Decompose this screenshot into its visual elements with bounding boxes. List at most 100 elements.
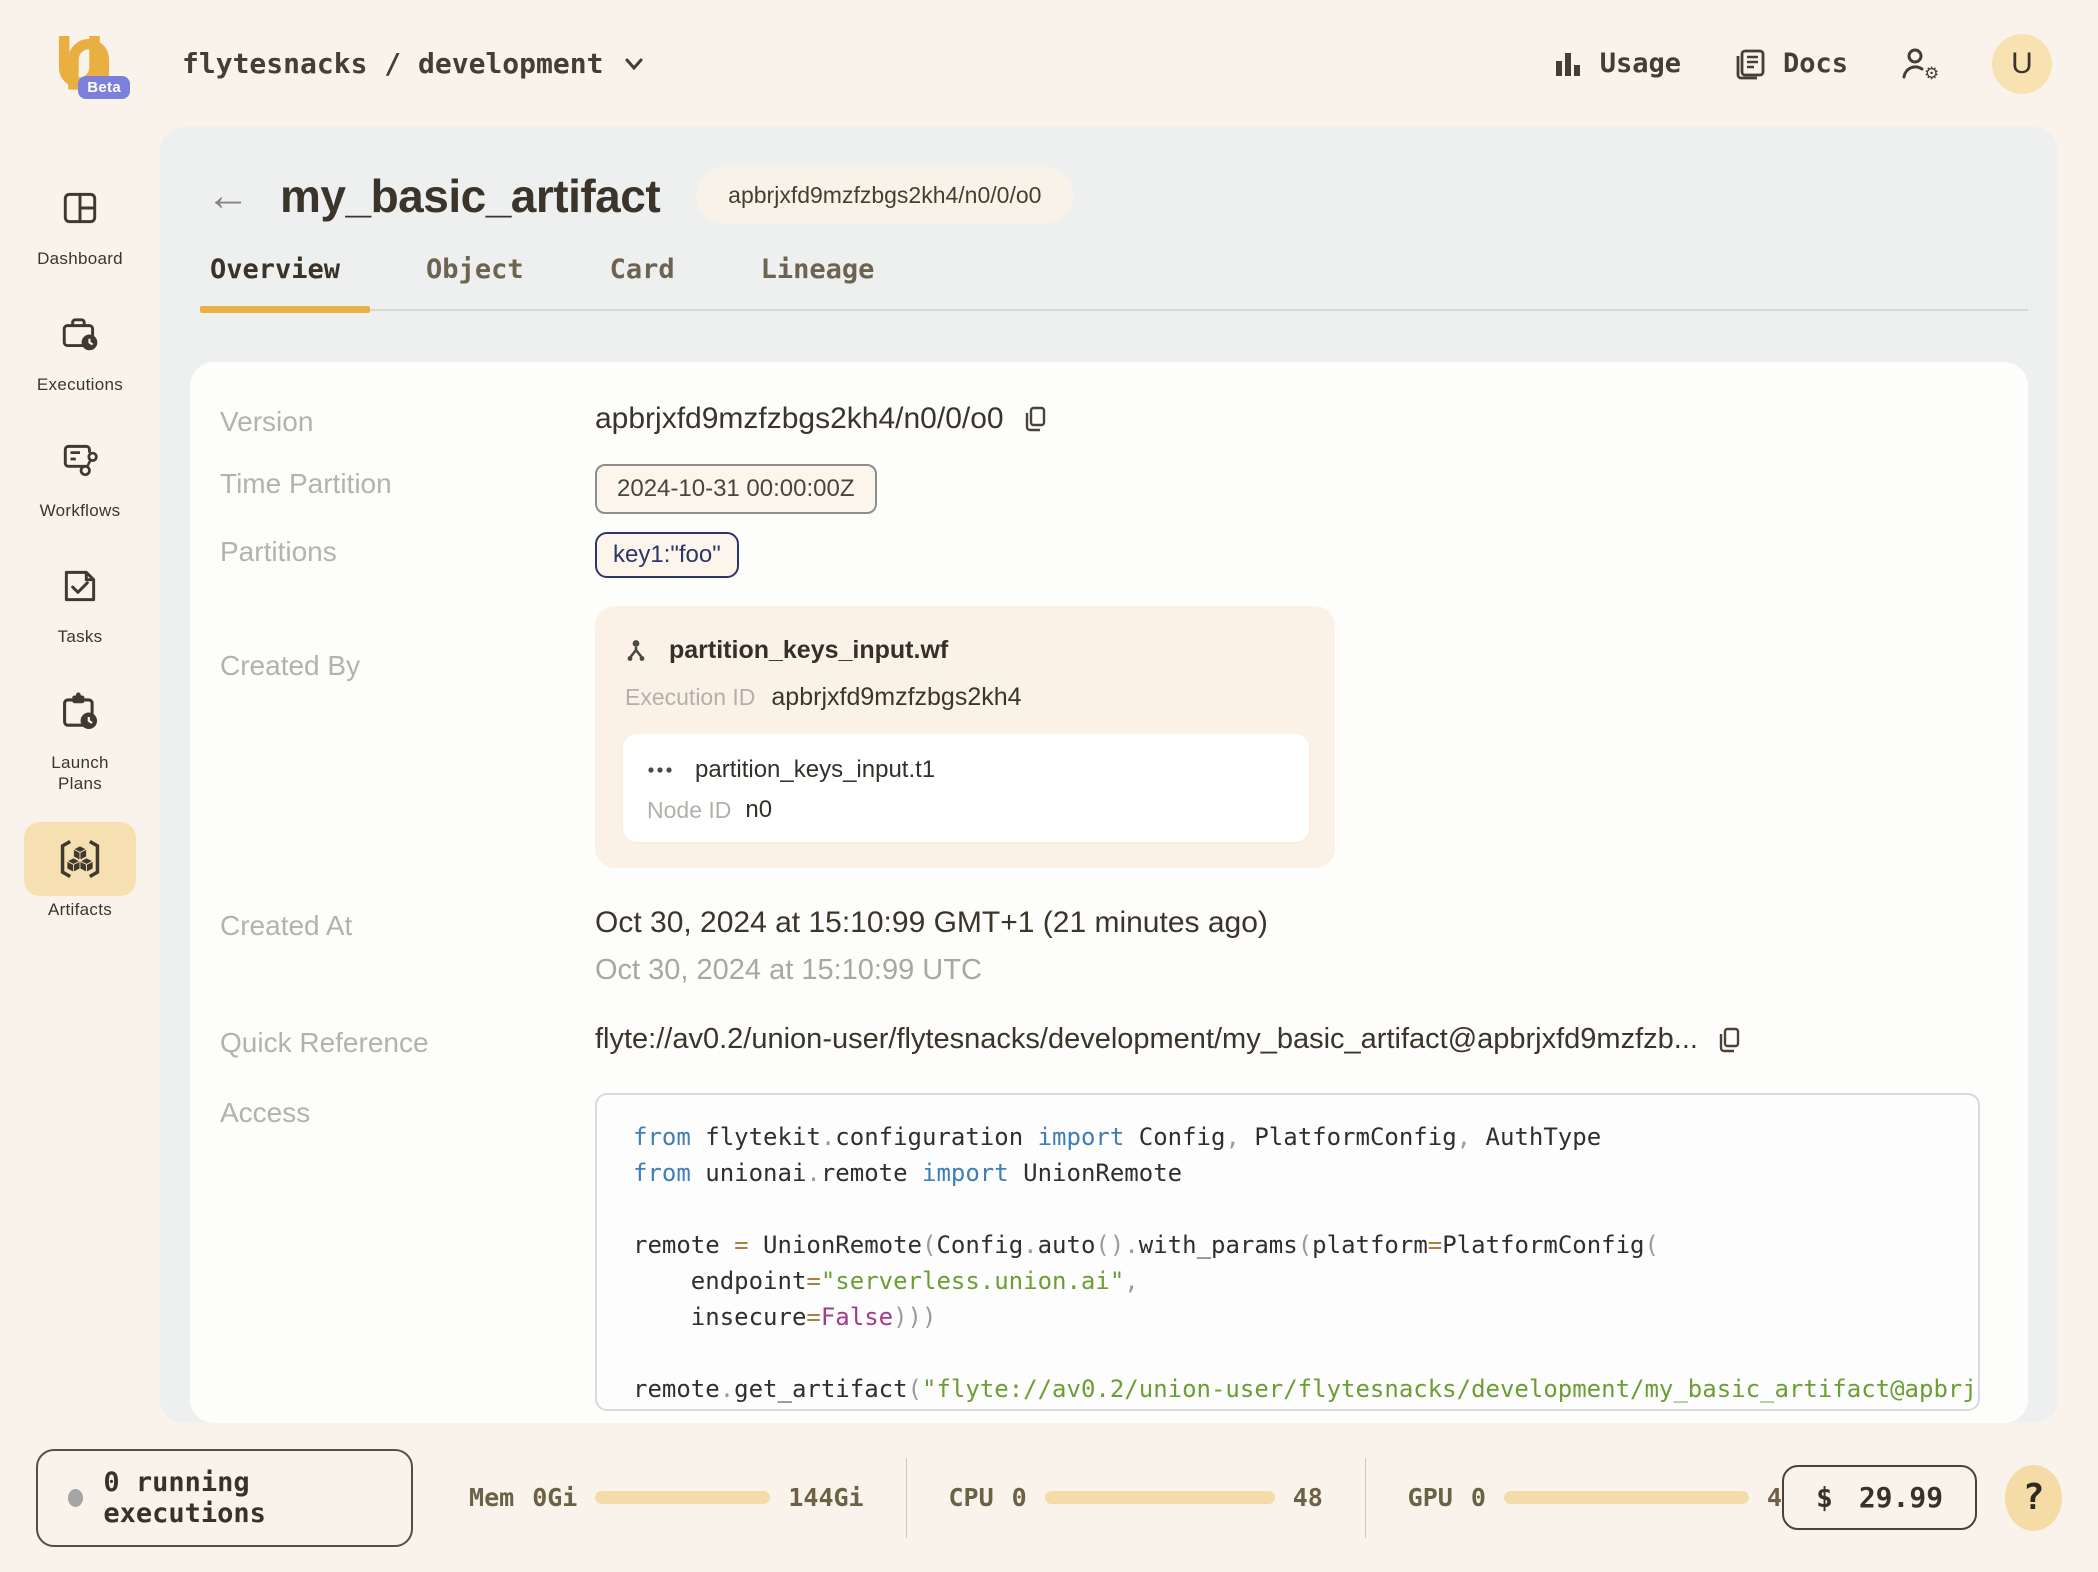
created-by-label: Created By — [220, 650, 361, 681]
task-card[interactable]: partition_keys_input.t1 Node ID n0 — [623, 734, 1309, 842]
overview-card: Version apbrjxfd9mzfzbgs2kh4/n0/0/o0 Tim… — [190, 362, 2028, 1423]
gpu-meter: GPU 0 4 — [1408, 1483, 1782, 1512]
sidebar-item-dashboard[interactable]: Dashboard — [24, 171, 136, 269]
running-executions-label: 0 running executions — [103, 1466, 266, 1529]
time-partition-chip[interactable]: 2024-10-31 00:00:00Z — [595, 464, 877, 514]
workflow-name: partition_keys_input.wf — [669, 636, 949, 664]
docs-icon — [1733, 47, 1767, 81]
sidebar-item-executions[interactable]: Executions — [24, 297, 136, 395]
gpu-max: 4 — [1766, 1483, 1782, 1512]
task-dots-icon — [647, 765, 673, 775]
sidebar-item-launch-plans[interactable]: Launch Plans — [24, 675, 136, 794]
execution-id-value: apbrjxfd9mzfzbgs2kh4 — [771, 683, 1022, 711]
quick-reference-row: Quick Reference flyte://av0.2/union-user… — [220, 1023, 1998, 1059]
version-row: Version apbrjxfd9mzfzbgs2kh4/n0/0/o0 — [220, 402, 1998, 438]
cpu-label: CPU — [948, 1483, 994, 1512]
chevron-down-icon — [625, 58, 643, 70]
node-id-label: Node ID — [647, 796, 732, 823]
help-label: ? — [2022, 1477, 2045, 1518]
sidebar-item-tasks[interactable]: Tasks — [24, 549, 136, 647]
admin-button[interactable]: ⚙ — [1900, 46, 1940, 82]
workflows-icon — [24, 423, 136, 497]
cost-value: 29.99 — [1858, 1481, 1944, 1514]
sidebar-item-label: Workflows — [39, 501, 121, 520]
cpu-max: 48 — [1292, 1483, 1323, 1512]
memory-used: 0Gi — [532, 1483, 578, 1512]
sidebar: Dashboard Executions Workflows Tasks Lau… — [0, 127, 160, 1423]
created-at-utc: Oct 30, 2024 at 15:10:99 UTC — [595, 954, 982, 986]
breadcrumb-text: flytesnacks / development — [182, 47, 604, 80]
copy-icon[interactable] — [1716, 1026, 1742, 1054]
access-label: Access — [220, 1097, 311, 1128]
tab-card[interactable]: Card — [606, 254, 679, 309]
artifact-version-chip[interactable]: apbrjxfd9mzfzbgs2kh4/n0/0/o0 — [696, 167, 1074, 224]
avatar-initial: U — [2011, 46, 2033, 80]
cpu-used: 0 — [1011, 1483, 1027, 1512]
docs-button[interactable]: Docs — [1733, 47, 1848, 81]
workflow-row[interactable]: partition_keys_input.wf — [623, 636, 1309, 665]
dashboard-icon — [24, 171, 136, 245]
tab-overview[interactable]: Overview — [199, 254, 371, 313]
status-bar: 0 running executions Mem 0Gi 144Gi CPU 0… — [0, 1423, 2098, 1572]
back-button[interactable]: ← — [206, 173, 250, 218]
currency-symbol: $ — [1815, 1481, 1833, 1514]
memory-label: Mem — [469, 1483, 515, 1512]
breadcrumb[interactable]: flytesnacks / development — [182, 47, 643, 80]
main-panel: ← my_basic_artifact apbrjxfd9mzfzbgs2kh4… — [160, 127, 2058, 1423]
gpu-bar — [1503, 1491, 1749, 1504]
union-logo[interactable]: Beta — [52, 29, 130, 99]
beta-badge: Beta — [78, 75, 130, 99]
help-button[interactable]: ? — [2005, 1464, 2062, 1531]
time-partition-label: Time Partition — [220, 468, 392, 499]
bar-chart-icon — [1552, 48, 1584, 80]
artifact-header: ← my_basic_artifact apbrjxfd9mzfzbgs2kh4… — [160, 127, 2058, 224]
cpu-bar — [1044, 1491, 1275, 1504]
sidebar-item-label: Artifacts — [47, 900, 113, 919]
tab-lineage[interactable]: Lineage — [757, 254, 879, 309]
version-label: Version — [220, 406, 314, 437]
sidebar-item-label: Executions — [36, 375, 124, 394]
usage-button[interactable]: Usage — [1552, 48, 1681, 80]
created-by-row: Created By partition_keys_input.wf Execu… — [220, 606, 1998, 868]
created-at-row: Created At Oct 30, 2024 at 15:10:99 GMT+… — [220, 906, 1998, 987]
access-code-block[interactable]: from flytekit.configuration import Confi… — [595, 1093, 1980, 1411]
sidebar-item-label: Tasks — [57, 627, 103, 646]
user-settings-icon: ⚙ — [1900, 46, 1940, 82]
partitions-label: Partitions — [220, 536, 337, 567]
sidebar-item-artifacts[interactable]: Artifacts — [24, 822, 136, 920]
avatar[interactable]: U — [1992, 33, 2052, 94]
tab-bar: Overview Object Card Lineage — [199, 254, 2028, 313]
tab-object[interactable]: Object — [422, 254, 528, 309]
topbar-actions: Usage Docs ⚙ U — [1552, 33, 2052, 94]
running-executions-pill[interactable]: 0 running executions — [36, 1448, 414, 1547]
quick-reference-value: flyte://av0.2/union-user/flytesnacks/dev… — [595, 1023, 1698, 1055]
launch-plans-icon — [24, 675, 136, 749]
usage-label: Usage — [1599, 48, 1681, 79]
executions-icon — [24, 297, 136, 371]
status-dot-icon — [68, 1488, 84, 1507]
tasks-icon — [24, 549, 136, 623]
gpu-label: GPU — [1407, 1483, 1453, 1512]
sidebar-item-label: Launch Plans — [51, 753, 109, 793]
partitions-row: Partitions key1:"foo" — [220, 532, 1998, 578]
artifacts-icon — [24, 822, 136, 896]
task-name: partition_keys_input.t1 — [695, 756, 936, 783]
version-value: apbrjxfd9mzfzbgs2kh4/n0/0/o0 — [595, 402, 1004, 435]
quick-reference-label: Quick Reference — [220, 1027, 429, 1058]
created-by-card: partition_keys_input.wf Execution ID apb… — [595, 606, 1335, 868]
sidebar-item-label: Dashboard — [37, 249, 123, 268]
cpu-meter: CPU 0 48 — [948, 1483, 1322, 1512]
execution-id-label: Execution ID — [625, 684, 756, 710]
memory-bar — [595, 1491, 771, 1504]
gpu-used: 0 — [1470, 1483, 1486, 1512]
copy-icon[interactable] — [1022, 405, 1048, 433]
node-id-value: n0 — [745, 796, 773, 823]
billing-button[interactable]: $ 29.99 — [1781, 1465, 1978, 1530]
access-row: Access from flytekit.configuration impor… — [220, 1093, 1998, 1411]
created-at-local: Oct 30, 2024 at 15:10:99 GMT+1 (21 minut… — [595, 906, 1268, 939]
sidebar-item-workflows[interactable]: Workflows — [24, 423, 136, 521]
docs-label: Docs — [1782, 48, 1848, 79]
svg-text:⚙: ⚙ — [1924, 64, 1939, 82]
partition-key-chip[interactable]: key1:"foo" — [595, 532, 739, 578]
divider — [905, 1457, 907, 1538]
